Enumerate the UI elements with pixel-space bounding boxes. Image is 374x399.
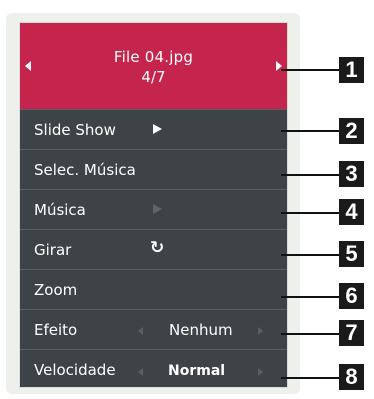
zoom-label: Zoom xyxy=(34,281,78,299)
menu-item-zoom[interactable]: Zoom xyxy=(20,269,287,309)
callout-badge-7: 7 xyxy=(339,320,364,346)
menu-item-rotate[interactable]: Girar ↻ xyxy=(20,229,287,269)
callout-line-1 xyxy=(281,69,339,71)
effect-value: Nenhum xyxy=(169,321,233,339)
speed-prev-arrow-icon[interactable] xyxy=(138,368,143,376)
callout-badge-1: 1 xyxy=(339,57,364,83)
file-name: File 04.jpg xyxy=(113,48,194,66)
speed-label: Velocidade xyxy=(34,361,116,379)
play-disabled-icon xyxy=(153,204,162,214)
menu-item-slide-show[interactable]: Slide Show xyxy=(20,109,287,149)
callout-badge-2: 2 xyxy=(339,118,364,144)
play-icon xyxy=(153,124,162,134)
callout-line-8 xyxy=(281,377,339,379)
callout-line-2 xyxy=(281,130,339,132)
menu-item-music[interactable]: Música xyxy=(20,189,287,229)
callout-line-4 xyxy=(281,212,339,214)
photo-options-menu: File 04.jpg 4/7 Slide Show Selec. Música… xyxy=(20,23,287,387)
effect-prev-arrow-icon[interactable] xyxy=(138,327,143,335)
rotate-label: Girar xyxy=(34,241,72,259)
callout-badge-3: 3 xyxy=(339,161,364,187)
music-label: Música xyxy=(34,201,86,219)
screen: File 04.jpg 4/7 Slide Show Selec. Música… xyxy=(0,0,374,399)
menu-item-select-music[interactable]: Selec. Música xyxy=(20,149,287,189)
callout-badge-6: 6 xyxy=(339,283,364,309)
speed-value: Normal xyxy=(168,363,226,379)
callout-line-6 xyxy=(281,296,339,298)
select-music-label: Selec. Música xyxy=(34,161,136,179)
file-position: 4/7 xyxy=(141,68,166,86)
callout-badge-8: 8 xyxy=(339,364,364,390)
callout-line-3 xyxy=(281,174,339,176)
callout-badge-5: 5 xyxy=(339,241,364,267)
speed-next-arrow-icon[interactable] xyxy=(258,368,263,376)
callout-line-7 xyxy=(281,333,339,335)
effect-next-arrow-icon[interactable] xyxy=(258,327,263,335)
rotate-icon: ↻ xyxy=(150,238,165,258)
callout-badge-4: 4 xyxy=(339,199,364,225)
file-header: File 04.jpg 4/7 xyxy=(20,23,287,109)
callout-line-5 xyxy=(281,254,339,256)
menu-item-effect[interactable]: Efeito Nenhum xyxy=(20,309,287,349)
slide-show-label: Slide Show xyxy=(34,121,116,139)
effect-label: Efeito xyxy=(34,321,78,339)
menu-item-speed[interactable]: Velocidade Normal xyxy=(20,349,287,387)
